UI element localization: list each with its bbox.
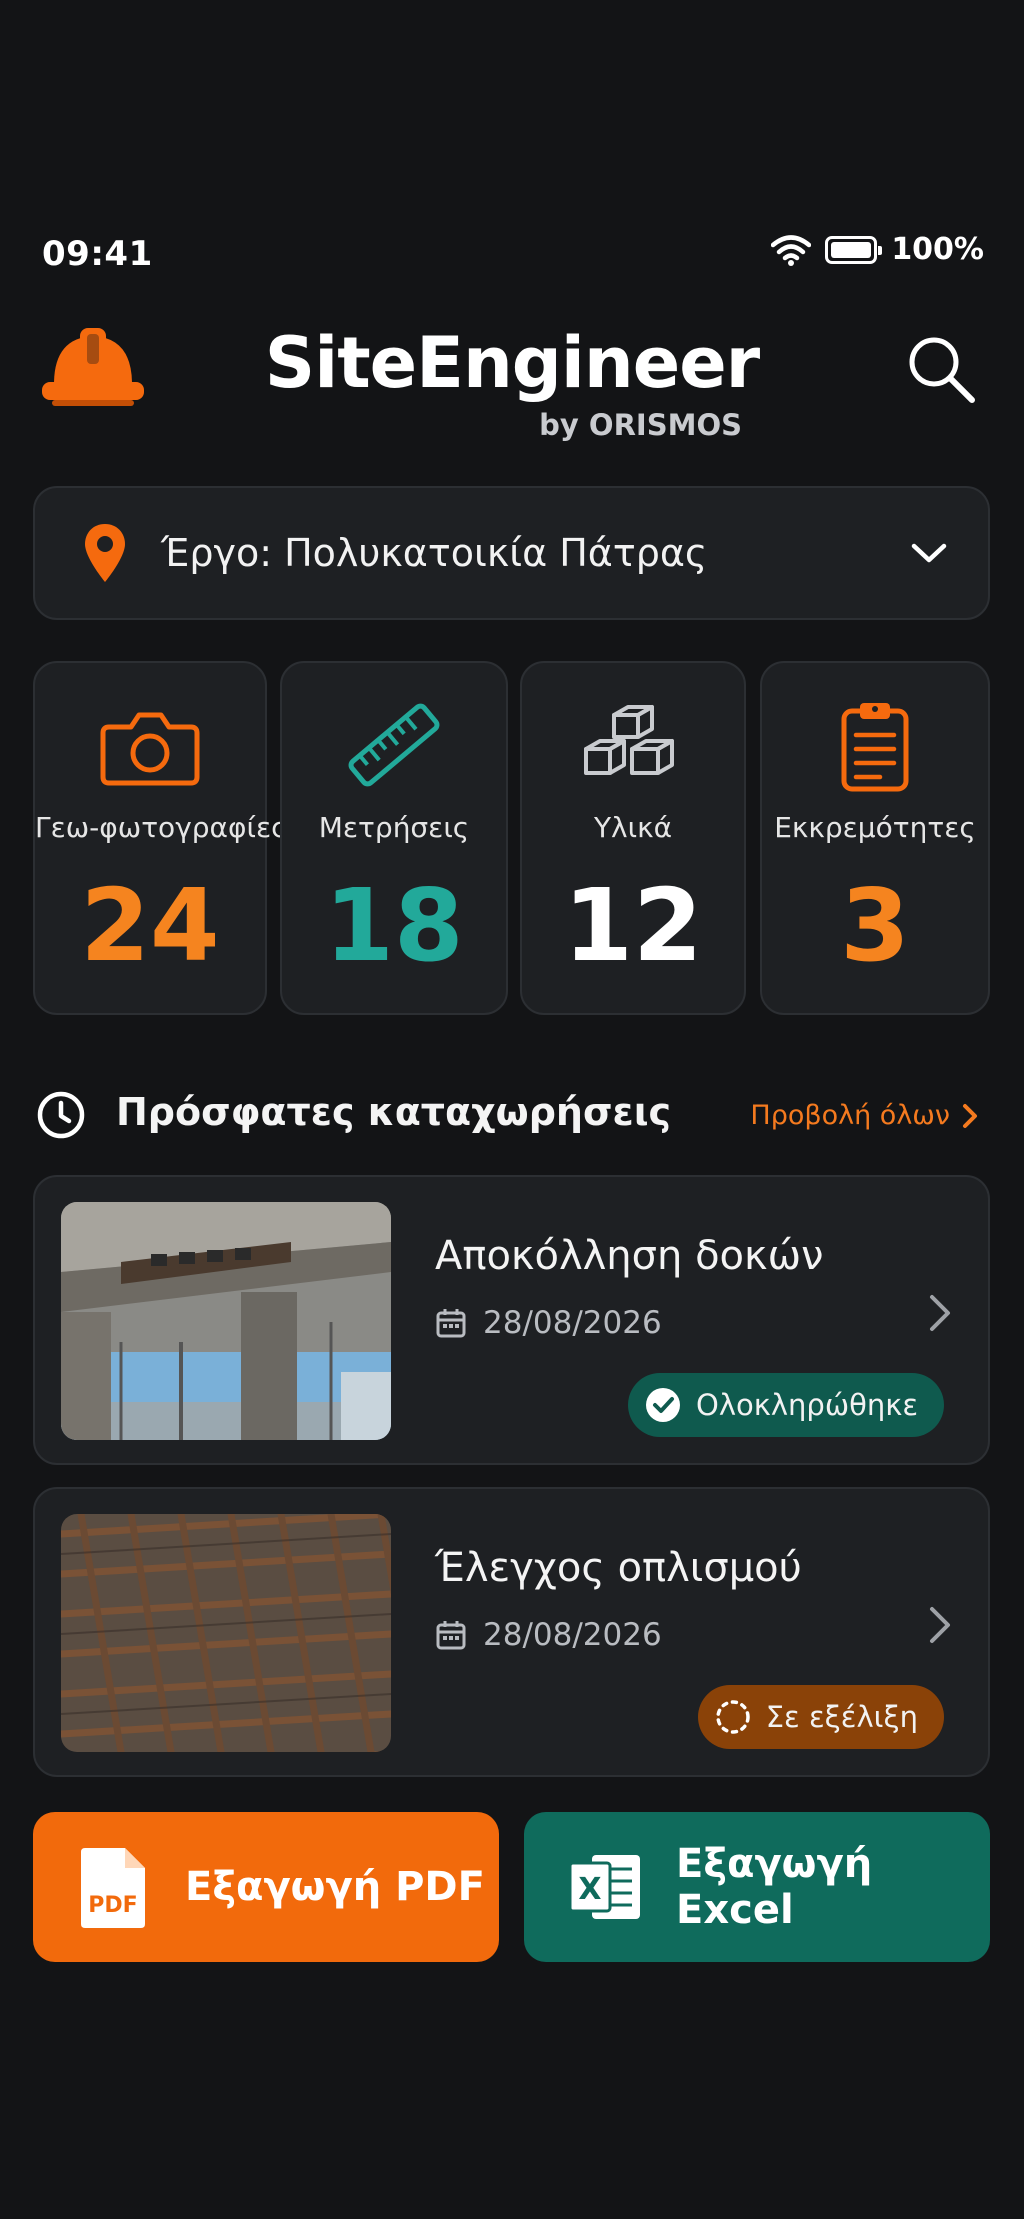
excel-file-icon: X bbox=[568, 1855, 640, 1919]
camera-icon bbox=[100, 712, 200, 786]
stat-label: Υλικά bbox=[593, 811, 673, 844]
view-all-link[interactable]: Προβολή όλων bbox=[750, 1100, 978, 1131]
stat-label: Μετρήσεις bbox=[318, 811, 470, 844]
chevron-right-icon bbox=[930, 1607, 950, 1643]
export-excel-button[interactable]: X Εξαγωγή Excel bbox=[524, 1812, 990, 1962]
chevron-down-icon bbox=[911, 543, 947, 563]
pdf-file-icon: PDF bbox=[81, 1848, 145, 1928]
battery-icon bbox=[825, 235, 883, 264]
stat-value: 18 bbox=[324, 867, 464, 984]
section-title: Πρόσφατες καταχωρήσεις bbox=[116, 1090, 672, 1134]
view-all-label: Προβολή όλων bbox=[750, 1100, 950, 1131]
stat-label: Γεω-φωτογραφίες bbox=[35, 811, 288, 844]
entry-date: 28/08/2026 bbox=[483, 1617, 662, 1653]
app-title: SiteEngineer bbox=[264, 322, 760, 404]
chevron-right-icon bbox=[963, 1103, 977, 1128]
project-selector[interactable]: Έργο: Πολυκατοικία Πάτρας bbox=[33, 486, 990, 620]
entry-photo bbox=[61, 1514, 391, 1752]
status-indicators: 100% bbox=[771, 232, 984, 267]
app-subtitle: by ORISMOS bbox=[539, 408, 742, 442]
calendar-icon bbox=[436, 1309, 466, 1338]
calendar-icon bbox=[436, 1621, 466, 1650]
export-pdf-button[interactable]: PDF Εξαγωγή PDF bbox=[33, 1812, 499, 1962]
check-circle-icon bbox=[646, 1388, 681, 1422]
export-excel-label: Εξαγωγή Excel bbox=[676, 1841, 873, 1933]
wifi-icon bbox=[771, 234, 812, 266]
stat-card-geophotos[interactable]: Γεω-φωτογραφίες 24 bbox=[33, 661, 288, 1015]
entry-photo bbox=[61, 1202, 391, 1440]
location-pin-icon bbox=[85, 524, 125, 582]
recent-entry-card[interactable]: Έλεγχος οπλισμού 28/08/2026 Σε εξέλιξη bbox=[33, 1487, 990, 1777]
stat-label: Εκκρεμότητες bbox=[774, 811, 976, 844]
entry-title: Αποκόλληση δοκών bbox=[435, 1233, 824, 1279]
recent-entry-card[interactable]: Αποκόλληση δοκών 28/08/2026 Ολοκληρώθηκε bbox=[33, 1175, 990, 1465]
entry-date-row: 28/08/2026 bbox=[435, 1305, 662, 1341]
search-icon[interactable] bbox=[904, 332, 978, 406]
battery-percent: 100% bbox=[891, 232, 984, 267]
pdf-icon-text: PDF bbox=[88, 1893, 137, 1918]
status-label: Ολοκληρώθηκε bbox=[696, 1388, 918, 1422]
stat-card-materials[interactable]: Υλικά 12 bbox=[520, 661, 746, 1015]
project-label: Έργο: Πολυκατοικία Πάτρας bbox=[161, 531, 708, 575]
chevron-right-icon bbox=[930, 1295, 950, 1331]
status-label: Σε εξέλιξη bbox=[765, 1700, 918, 1734]
stat-value: 3 bbox=[840, 867, 910, 984]
clipboard-icon bbox=[841, 703, 909, 792]
excel-icon-text: X bbox=[578, 1872, 601, 1907]
export-pdf-label: Εξαγωγή PDF bbox=[185, 1864, 485, 1910]
stat-card-pending[interactable]: Εκκρεμότητες 3 bbox=[760, 661, 990, 1015]
stat-value: 12 bbox=[563, 867, 703, 984]
progress-spinner-icon bbox=[715, 1700, 750, 1734]
boxes-icon bbox=[584, 705, 674, 775]
entry-date: 28/08/2026 bbox=[483, 1305, 662, 1341]
entry-date-row: 28/08/2026 bbox=[435, 1617, 662, 1653]
status-badge: Ολοκληρώθηκε bbox=[628, 1373, 944, 1437]
status-badge: Σε εξέλιξη bbox=[697, 1685, 944, 1749]
entry-title: Έλεγχος οπλισμού bbox=[435, 1545, 802, 1591]
clock-icon bbox=[37, 1091, 85, 1139]
ruler-icon bbox=[348, 703, 440, 787]
status-time: 09:41 bbox=[42, 234, 153, 274]
stat-card-measurements[interactable]: Μετρήσεις 18 bbox=[280, 661, 508, 1015]
stat-value: 24 bbox=[80, 867, 220, 984]
